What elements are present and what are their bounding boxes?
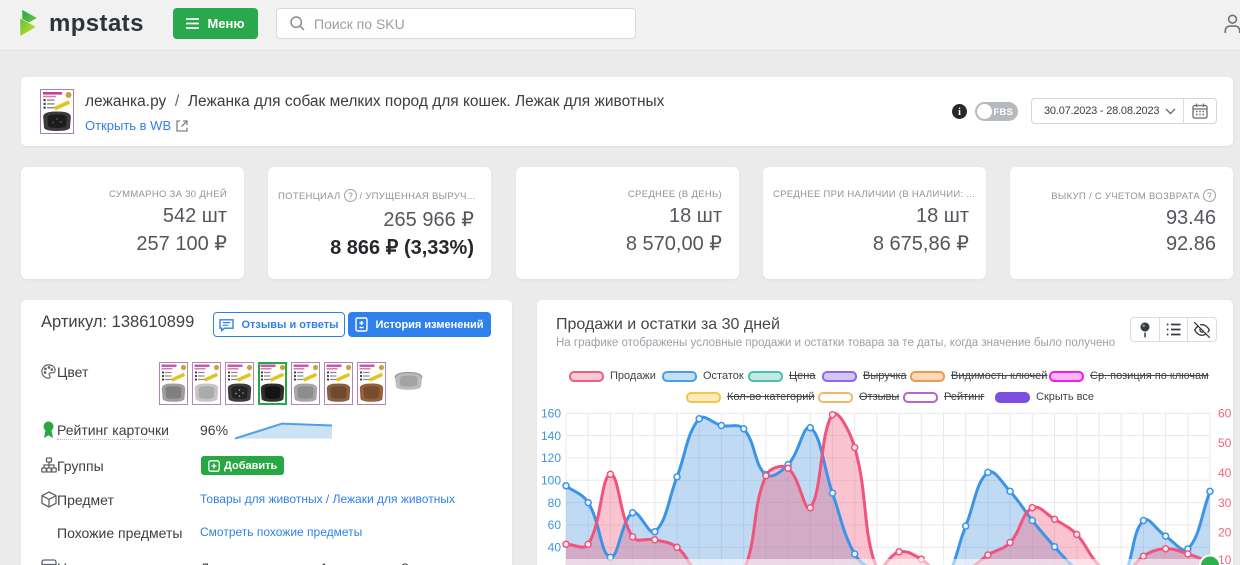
svg-text:20: 20	[1218, 526, 1232, 540]
svg-text:?: ?	[347, 190, 352, 200]
svg-text:30: 30	[1218, 496, 1232, 510]
svg-text:100: 100	[541, 474, 561, 488]
svg-text:50: 50	[1218, 436, 1232, 450]
svg-text:40: 40	[548, 541, 562, 555]
svg-text:40: 40	[1218, 466, 1232, 480]
svg-text:60: 60	[1218, 406, 1232, 420]
svg-text:i: i	[958, 107, 961, 118]
svg-text:120: 120	[541, 451, 561, 465]
svg-text:?: ?	[1207, 190, 1212, 200]
svg-text:160: 160	[541, 406, 561, 420]
svg-text:140: 140	[541, 429, 561, 443]
svg-text:80: 80	[548, 496, 562, 510]
svg-text:60: 60	[548, 518, 562, 532]
